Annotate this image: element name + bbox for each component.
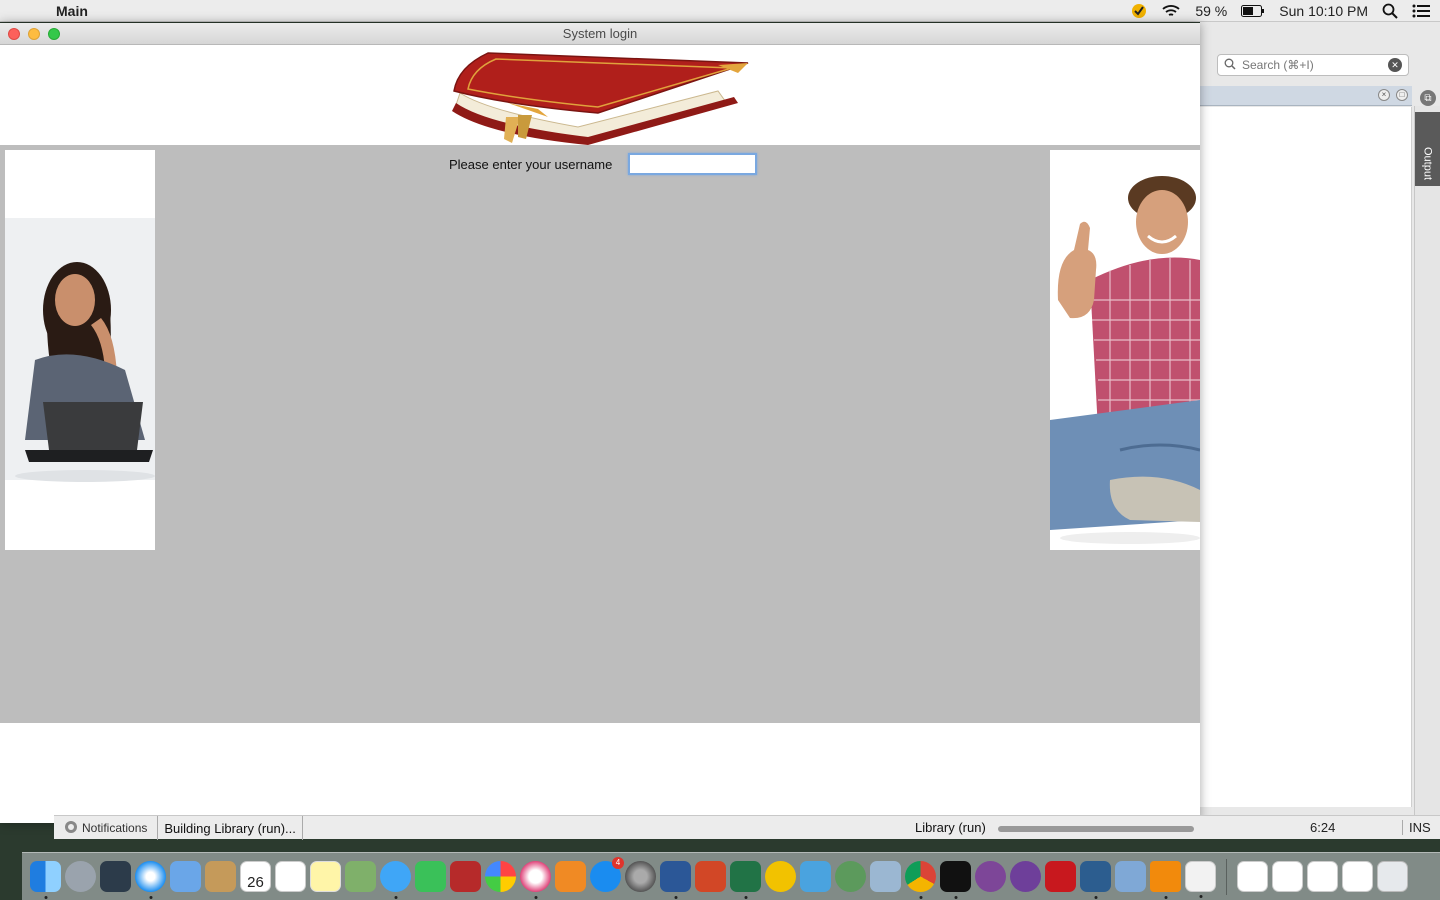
tor-browser-icon[interactable]	[975, 861, 1006, 892]
minimized-window-3-icon[interactable]	[1307, 861, 1338, 892]
github-icon[interactable]	[1010, 861, 1041, 892]
minimized-window-1-icon[interactable]	[1237, 861, 1268, 892]
build-progress-bar	[998, 826, 1194, 832]
minimized-window-4-icon[interactable]	[1342, 861, 1373, 892]
preview-icon[interactable]	[345, 861, 376, 892]
ide-side-strip	[1414, 106, 1440, 822]
header-banner	[0, 45, 1200, 145]
utilities-icon[interactable]	[870, 861, 901, 892]
lync-icon[interactable]	[800, 861, 831, 892]
acrobat-icon[interactable]	[1045, 861, 1076, 892]
terminal-icon[interactable]	[940, 861, 971, 899]
battery-percentage[interactable]: 59 %	[1195, 3, 1227, 19]
outlook-icon[interactable]	[765, 861, 796, 892]
build-status-label[interactable]: Building Library (run)...	[157, 816, 303, 840]
network-icon[interactable]	[835, 861, 866, 892]
powerpoint-icon[interactable]	[695, 861, 726, 892]
window-footer	[0, 723, 1200, 823]
notifications-button[interactable]: Notifications	[54, 820, 157, 837]
spotlight-search-icon[interactable]	[1382, 0, 1398, 22]
username-input[interactable]	[628, 153, 757, 175]
norton-check-icon[interactable]	[1131, 0, 1147, 22]
facetime-icon[interactable]	[415, 861, 446, 892]
window-title: System login	[562, 26, 638, 41]
notification-center-icon[interactable]	[1412, 0, 1430, 22]
reminders-icon[interactable]	[275, 861, 306, 892]
ide-search-placeholder: Search (⌘+I)	[1242, 58, 1314, 72]
app-menu-name[interactable]: Main	[56, 3, 88, 19]
ibooks-icon[interactable]	[555, 861, 586, 892]
running-task-label: Library (run)	[915, 820, 986, 835]
java-app-icon[interactable]	[1185, 861, 1216, 898]
ide-panel-header: × □	[1200, 86, 1412, 106]
output-tab[interactable]: Output	[1415, 112, 1440, 186]
photo-booth-icon[interactable]	[450, 861, 481, 892]
insert-mode-indicator: INS	[1402, 820, 1431, 835]
vlc-icon[interactable]	[1150, 861, 1181, 899]
username-prompt-label: Please enter your username	[449, 157, 613, 172]
maximize-panel-icon[interactable]: □	[1396, 89, 1408, 101]
app-store-badge: 4	[612, 857, 624, 869]
mysql-workbench-icon[interactable]	[1080, 861, 1111, 899]
app-store-icon[interactable]: 4	[590, 857, 624, 892]
chrome-icon[interactable]	[905, 861, 936, 899]
window-titlebar[interactable]: System login	[0, 23, 1200, 45]
notes-icon[interactable]	[310, 861, 341, 892]
status-menus: 59 % Sun 10:10 PM	[1131, 0, 1430, 22]
launchpad-icon[interactable]	[65, 861, 96, 892]
word-icon[interactable]	[660, 861, 691, 899]
woman-with-laptop-image	[5, 150, 155, 550]
notifications-icon	[64, 820, 78, 837]
battery-icon[interactable]	[1241, 0, 1265, 22]
minimize-window-button[interactable]	[28, 28, 40, 40]
clear-search-icon[interactable]: ✕	[1388, 58, 1402, 72]
login-window: System login Please enter your username	[0, 23, 1200, 823]
close-panel-icon[interactable]: ×	[1378, 89, 1390, 101]
messages-icon[interactable]	[380, 861, 411, 899]
menubar-clock[interactable]: Sun 10:10 PM	[1279, 3, 1368, 19]
ide-search-field[interactable]: Search (⌘+I) ✕	[1217, 54, 1409, 76]
safari-icon[interactable]	[135, 861, 166, 899]
restore-window-icon[interactable]: ⧉	[1420, 90, 1436, 106]
calendar-day: 26	[247, 874, 264, 891]
ide-status-bar: Notifications Building Library (run)... …	[54, 815, 1440, 840]
itunes-icon[interactable]	[520, 861, 551, 899]
login-panel: Please enter your username	[0, 145, 1200, 723]
notifications-label: Notifications	[82, 821, 148, 835]
mail-icon[interactable]	[170, 861, 201, 892]
dock: 26 4	[22, 852, 1440, 900]
contacts-icon[interactable]	[205, 861, 236, 892]
excel-icon[interactable]	[730, 861, 761, 899]
mission-control-icon[interactable]	[100, 861, 131, 892]
menu-bar: Main 59 % Sun 10:10 PM	[0, 0, 1440, 22]
finder-icon[interactable]	[30, 861, 61, 899]
virtualbox-icon[interactable]	[1115, 861, 1146, 892]
ide-output-panel	[1200, 107, 1412, 807]
cursor-position: 6:24	[1310, 820, 1336, 835]
photos-icon[interactable]	[485, 861, 516, 892]
zoom-window-button[interactable]	[48, 28, 60, 40]
calendar-icon[interactable]: 26	[240, 861, 271, 892]
dock-separator	[1226, 858, 1227, 895]
minimized-window-2-icon[interactable]	[1272, 861, 1303, 892]
man-thumbs-up-image	[1050, 150, 1200, 550]
wifi-icon[interactable]	[1161, 0, 1181, 22]
trash-icon[interactable]	[1377, 861, 1408, 892]
system-preferences-icon[interactable]	[625, 861, 656, 892]
close-window-button[interactable]	[8, 28, 20, 40]
search-icon	[1224, 58, 1238, 73]
book-logo-image	[452, 52, 749, 145]
